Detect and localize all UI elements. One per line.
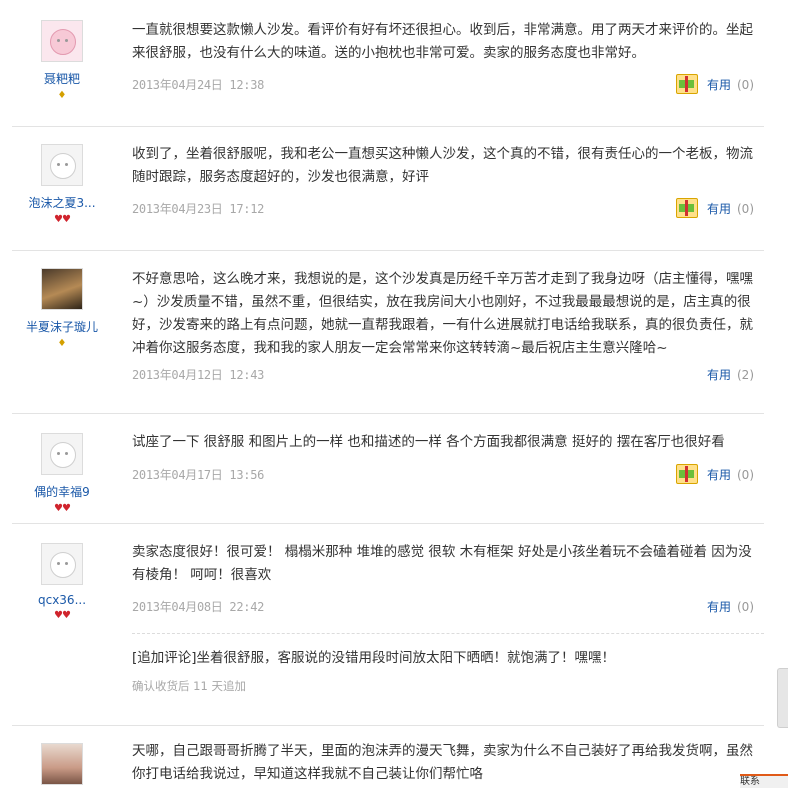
useful-count: (0) bbox=[737, 600, 754, 614]
reviewer: 聂粑粑 ♦ bbox=[12, 14, 112, 101]
reviewer-name[interactable]: qcx36... bbox=[12, 593, 112, 607]
useful-button[interactable]: 有用 (0) bbox=[707, 76, 754, 93]
contact-bar[interactable]: 联系 bbox=[740, 774, 788, 788]
reviewer: 偶的幸福9 ♥♥ bbox=[12, 427, 112, 514]
rank-diamond-icon: ♦ bbox=[57, 338, 67, 349]
side-scroll-tab[interactable] bbox=[777, 668, 788, 728]
useful-count: (2) bbox=[737, 368, 754, 382]
review-text: 试座了一下 很舒服 和图片上的一样 也和描述的一样 各个方面我都很满意 挺好的 … bbox=[132, 434, 725, 450]
useful-count: (0) bbox=[737, 78, 754, 92]
reviewer: qcx36... ♥♥ bbox=[12, 537, 112, 621]
review-date: 2013年04月12日 12:43 bbox=[132, 368, 265, 382]
avatar[interactable] bbox=[41, 543, 83, 585]
rank-heart-icon: ♥♥ bbox=[54, 610, 71, 621]
useful-button[interactable]: 有用 (0) bbox=[707, 200, 754, 217]
review-item: 偶的幸福9 ♥♥ 试座了一下 很舒服 和图片上的一样 也和描述的一样 各个方面我… bbox=[12, 413, 764, 524]
gift-icon[interactable] bbox=[676, 464, 698, 484]
gift-icon[interactable] bbox=[676, 74, 698, 94]
append-review-text: [追加评论]坐着很舒服，客服说的没错用段时间放太阳下晒晒！就饱满了！嘿嘿！ bbox=[132, 650, 616, 666]
default-avatar-icon bbox=[50, 153, 76, 179]
reviewer-name[interactable]: 聂粑粑 bbox=[12, 70, 112, 87]
pig-avatar-icon bbox=[50, 29, 76, 55]
reviewer-name[interactable]: 偶的幸福9 bbox=[12, 483, 112, 500]
review-text: 不好意思哈，这么晚才来，我想说的是，这个沙发真是历经千辛万苦才走到了我身边呀（店… bbox=[132, 271, 753, 356]
rank-heart-icon: ♥♥ bbox=[54, 503, 71, 514]
review-item: qcx36... ♥♥ 卖家态度很好！很可爱！ 榻榻米那种 堆堆的感觉 很软 木… bbox=[12, 523, 764, 726]
review-date: 2013年04月17日 13:56 bbox=[132, 468, 265, 482]
avatar[interactable] bbox=[41, 268, 83, 310]
avatar[interactable] bbox=[41, 20, 83, 62]
avatar[interactable] bbox=[41, 144, 83, 186]
useful-label: 有用 bbox=[706, 202, 731, 216]
useful-button[interactable]: 有用 (0) bbox=[707, 466, 754, 483]
useful-label: 有用 bbox=[706, 468, 731, 482]
useful-button[interactable]: 有用 (0) bbox=[707, 598, 754, 615]
append-review-meta: 确认收货后 11 天追加 bbox=[132, 679, 246, 693]
review-text: 收到了，坐着很舒服呢，我和老公一直想买这种懒人沙发，这个真的不错，很有责任心的一… bbox=[132, 146, 753, 185]
gift-icon[interactable] bbox=[676, 198, 698, 218]
useful-label: 有用 bbox=[706, 368, 731, 382]
useful-button[interactable]: 有用 (2) bbox=[707, 366, 754, 383]
default-avatar-icon bbox=[50, 442, 76, 468]
reviewer: 半夏沫子璇儿 ♦ bbox=[12, 262, 112, 349]
reviewer-name[interactable]: 半夏沫子璇儿 bbox=[12, 318, 112, 335]
review-text: 一直就很想要这款懒人沙发。看评价有好有坏还很担心。收到后，非常满意。用了两天才来… bbox=[132, 22, 753, 61]
review-item: 泡沫之夏3... ♥♥ 收到了，坐着很舒服呢，我和老公一直想买这种懒人沙发，这个… bbox=[12, 126, 764, 251]
useful-count: (0) bbox=[737, 202, 754, 216]
review-item: 聂粑粑 ♦ 一直就很想要这款懒人沙发。看评价有好有坏还很担心。收到后，非常满意。… bbox=[12, 0, 764, 127]
reviewer-name[interactable]: 泡沫之夏3... bbox=[12, 194, 112, 211]
rank-diamond-icon: ♦ bbox=[57, 90, 67, 101]
review-item: 天哪，自己跟哥哥折腾了半天，里面的泡沫弄的漫天飞舞，卖家为什么不自己装好了再给我… bbox=[12, 725, 764, 788]
useful-label: 有用 bbox=[706, 600, 731, 614]
review-date: 2013年04月23日 17:12 bbox=[132, 202, 265, 216]
default-avatar-icon bbox=[50, 552, 76, 578]
rank-heart-icon: ♥♥ bbox=[54, 214, 71, 225]
append-divider bbox=[132, 633, 764, 634]
avatar[interactable] bbox=[41, 743, 83, 785]
avatar[interactable] bbox=[41, 433, 83, 475]
useful-label: 有用 bbox=[706, 78, 731, 92]
review-item: 半夏沫子璇儿 ♦ 不好意思哈，这么晚才来，我想说的是，这个沙发真是历经千辛万苦才… bbox=[12, 250, 764, 414]
review-text: 天哪，自己跟哥哥折腾了半天，里面的泡沫弄的漫天飞舞，卖家为什么不自己装好了再给我… bbox=[132, 743, 753, 782]
reviewer bbox=[12, 737, 112, 785]
useful-count: (0) bbox=[737, 468, 754, 482]
review-date: 2013年04月08日 22:42 bbox=[132, 600, 265, 614]
reviewer: 泡沫之夏3... ♥♥ bbox=[12, 138, 112, 225]
review-text: 卖家态度很好！很可爱！ 榻榻米那种 堆堆的感觉 很软 木有框架 好处是小孩坐着玩… bbox=[132, 544, 752, 583]
review-date: 2013年04月24日 12:38 bbox=[132, 78, 265, 92]
